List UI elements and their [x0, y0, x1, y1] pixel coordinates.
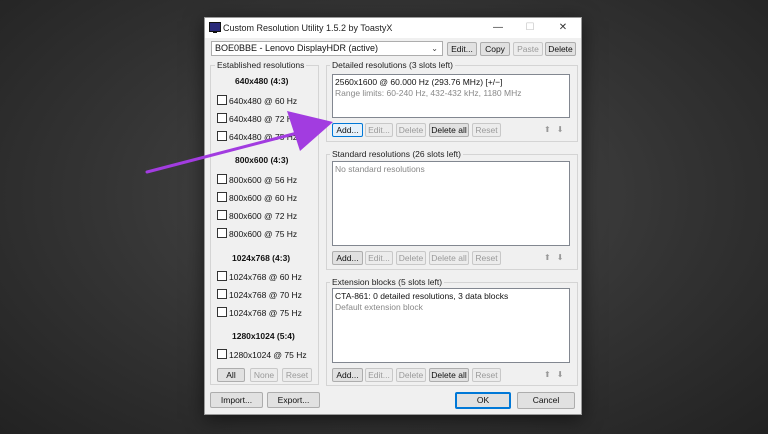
standard-edit-button: Edit...: [365, 251, 393, 265]
detailed-delete-button: Delete: [396, 123, 426, 137]
extension-label: Extension blocks (5 slots left): [330, 277, 445, 287]
arrow-up-icon: ⬆: [544, 370, 551, 379]
checkbox-800x600-75[interactable]: 800x600 @ 75 Hz: [217, 228, 297, 239]
extension-delete-button: Delete: [396, 368, 426, 382]
checkbox-800x600-72[interactable]: 800x600 @ 72 Hz: [217, 210, 297, 221]
display-paste-button: Paste: [513, 42, 543, 56]
extension-add-button[interactable]: Add...: [332, 368, 363, 382]
display-edit-button[interactable]: Edit...: [447, 42, 477, 56]
heading-800x600: 800x600 (4:3): [235, 155, 289, 165]
standard-add-button[interactable]: Add...: [332, 251, 363, 265]
checkbox-1024x768-60[interactable]: 1024x768 @ 60 Hz: [217, 271, 302, 282]
standard-list[interactable]: No standard resolutions: [332, 161, 570, 246]
arrow-up-icon: ⬆: [544, 253, 551, 262]
extension-reset-button: Reset: [472, 368, 501, 382]
heading-1280x1024: 1280x1024 (5:4): [232, 331, 295, 341]
extension-edit-button: Edit...: [365, 368, 393, 382]
standard-move-arrows: ⬆ ⬇: [544, 253, 569, 262]
standard-empty-text: No standard resolutions: [335, 164, 425, 174]
detailed-add-button[interactable]: Add...: [332, 123, 363, 137]
cancel-button[interactable]: Cancel: [517, 392, 575, 409]
detailed-label: Detailed resolutions (3 slots left): [330, 60, 455, 70]
checkbox-1024x768-70[interactable]: 1024x768 @ 70 Hz: [217, 289, 302, 300]
checkbox-800x600-60[interactable]: 800x600 @ 60 Hz: [217, 192, 297, 203]
extension-list[interactable]: CTA-861: 0 detailed resolutions, 3 data …: [332, 288, 570, 363]
display-select[interactable]: BOE0BBE - Lenovo DisplayHDR (active) ⌄: [211, 41, 443, 56]
checkbox-1280x1024-75[interactable]: 1280x1024 @ 75 Hz: [217, 349, 307, 360]
arrow-up-icon: ⬆: [544, 125, 551, 134]
checkbox-800x600-56[interactable]: 800x600 @ 56 Hz: [217, 174, 297, 185]
display-select-value: BOE0BBE - Lenovo DisplayHDR (active): [215, 43, 379, 53]
checkbox-640x480-60[interactable]: 640x480 @ 60 Hz: [217, 95, 297, 106]
import-button[interactable]: Import...: [210, 392, 263, 408]
standard-delete-all-button: Delete all: [429, 251, 469, 265]
window-title: Custom Resolution Utility 1.5.2 by Toast…: [223, 23, 393, 33]
arrow-down-icon: ⬇: [556, 253, 564, 262]
default-extension-item[interactable]: Default extension block: [335, 302, 567, 313]
monitor-icon: [209, 22, 221, 33]
display-copy-button[interactable]: Copy: [480, 42, 510, 56]
checkbox-1024x768-75[interactable]: 1024x768 @ 75 Hz: [217, 307, 302, 318]
maximize-button: ☐: [525, 22, 535, 33]
arrow-down-icon: ⬇: [556, 125, 564, 134]
title-bar[interactable]: Custom Resolution Utility 1.5.2 by Toast…: [205, 18, 581, 38]
established-none-button: None: [250, 368, 278, 382]
detailed-reset-button: Reset: [472, 123, 501, 137]
established-reset-button: Reset: [282, 368, 312, 382]
standard-delete-button: Delete: [396, 251, 426, 265]
detailed-list[interactable]: 2560x1600 @ 60.000 Hz (293.76 MHz) [+/−]…: [332, 74, 570, 118]
extension-item[interactable]: CTA-861: 0 detailed resolutions, 3 data …: [335, 291, 567, 302]
detailed-delete-all-button[interactable]: Delete all: [429, 123, 469, 137]
heading-640x480: 640x480 (4:3): [235, 76, 289, 86]
close-button[interactable]: ✕: [549, 19, 577, 37]
established-label: Established resolutions: [215, 60, 307, 70]
extension-move-arrows: ⬆ ⬇: [544, 370, 569, 379]
detailed-move-arrows: ⬆ ⬇: [544, 125, 569, 134]
detailed-item[interactable]: 2560x1600 @ 60.000 Hz (293.76 MHz) [+/−]: [335, 77, 567, 88]
arrow-down-icon: ⬇: [556, 370, 564, 379]
established-all-button[interactable]: All: [217, 368, 245, 382]
standard-label: Standard resolutions (26 slots left): [330, 149, 463, 159]
export-button[interactable]: Export...: [267, 392, 320, 408]
chevron-down-icon: ⌄: [431, 44, 438, 53]
ok-button[interactable]: OK: [455, 392, 511, 409]
checkbox-640x480-75[interactable]: 640x480 @ 75 Hz: [217, 131, 297, 142]
minimize-button[interactable]: —: [484, 19, 512, 37]
checkbox-640x480-72[interactable]: 640x480 @ 72 Hz: [217, 113, 297, 124]
standard-reset-button: Reset: [472, 251, 501, 265]
display-delete-button[interactable]: Delete: [545, 42, 576, 56]
detailed-edit-button: Edit...: [365, 123, 393, 137]
range-limits-item[interactable]: Range limits: 60-240 Hz, 432-432 kHz, 11…: [335, 88, 567, 99]
heading-1024x768: 1024x768 (4:3): [232, 253, 291, 263]
cru-window: Custom Resolution Utility 1.5.2 by Toast…: [204, 17, 582, 415]
extension-delete-all-button[interactable]: Delete all: [429, 368, 469, 382]
